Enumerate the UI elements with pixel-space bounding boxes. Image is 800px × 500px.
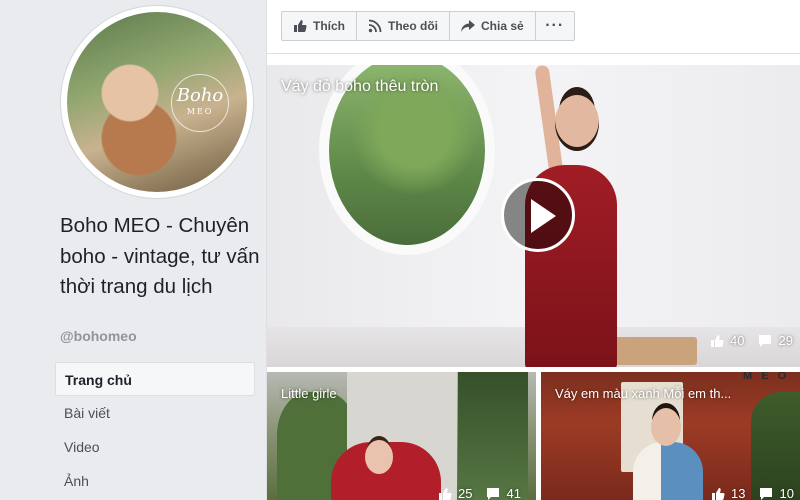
- profile-picture-frame[interactable]: Boho MEO: [61, 6, 253, 198]
- follow-button-label: Theo dõi: [388, 19, 438, 33]
- nav-item-videos[interactable]: Video: [55, 430, 255, 464]
- model-head: [651, 408, 681, 446]
- nav-item-home[interactable]: Trang chủ: [55, 362, 255, 396]
- like-button[interactable]: Thích: [281, 11, 357, 41]
- page-title[interactable]: Boho MEO - Chuyên boho - vintage, tư vấn…: [60, 211, 265, 303]
- video-title[interactable]: Váy em màu xanh Mỗi em th...: [555, 386, 731, 401]
- plant-decor: [751, 392, 800, 500]
- page-handle[interactable]: @bohomeo: [60, 328, 137, 344]
- thumbs-up-icon: [293, 19, 307, 33]
- follow-button[interactable]: Theo dõi: [356, 11, 450, 41]
- video-thumbnail-2[interactable]: M E O Váy em màu xanh Mỗi em th... 13 10: [541, 372, 800, 500]
- video-comment-count: 10: [779, 486, 794, 500]
- tree-decor: [458, 372, 528, 500]
- video-like-count: 13: [731, 486, 746, 500]
- more-icon: ···: [545, 17, 565, 34]
- comment-icon: [758, 334, 772, 348]
- video-like-count: 25: [458, 486, 473, 500]
- video-watermark: M E O: [743, 372, 790, 382]
- table-decor: [607, 337, 697, 365]
- nav-item-photos[interactable]: Ảnh: [55, 464, 255, 498]
- more-button[interactable]: ···: [534, 11, 575, 41]
- thumbs-up-icon: [710, 334, 724, 348]
- page-nav: Trang chủ Bài viết Video Ảnh: [55, 362, 255, 498]
- main-column: Thích Theo dõi Chia sẻ ··· Váy đỏ boho t…: [266, 0, 800, 500]
- brand-logo-line2: MEO: [186, 107, 214, 116]
- action-button-group: Thích Theo dõi Chia sẻ ···: [281, 11, 575, 41]
- model-head: [365, 440, 393, 474]
- model-outfit: [633, 442, 703, 500]
- nav-item-posts[interactable]: Bài viết: [55, 396, 255, 430]
- comment-icon: [759, 487, 773, 500]
- share-button[interactable]: Chia sẻ: [449, 11, 536, 41]
- thumbs-up-icon: [438, 487, 452, 500]
- video-title[interactable]: Little girle: [281, 386, 337, 401]
- video-stats: 13 10: [711, 486, 794, 500]
- featured-video-comment-count: 29: [778, 333, 793, 348]
- brand-logo: Boho MEO: [171, 74, 229, 132]
- share-arrow-icon: [461, 19, 475, 33]
- featured-video-like-count: 40: [730, 333, 745, 348]
- video-comment-count: 41: [506, 486, 521, 500]
- share-button-label: Chia sẻ: [481, 19, 524, 33]
- comment-icon: [486, 487, 500, 500]
- brand-logo-line1: Boho: [176, 85, 224, 106]
- featured-video-stats: 40 29: [710, 333, 793, 348]
- featured-video-title[interactable]: Váy đỏ boho thêu tròn: [281, 78, 438, 96]
- rss-icon: [368, 19, 382, 33]
- like-button-label: Thích: [313, 19, 345, 33]
- page-action-bar: Thích Theo dõi Chia sẻ ···: [267, 0, 800, 54]
- profile-picture[interactable]: Boho MEO: [67, 12, 247, 192]
- featured-video[interactable]: Váy đỏ boho thêu tròn 40 29: [267, 65, 800, 367]
- left-column: Boho MEO Boho MEO - Chuyên boho - vintag…: [0, 0, 266, 500]
- thumbs-up-icon: [711, 487, 725, 500]
- model-head: [555, 95, 599, 151]
- video-stats: 25 41: [438, 486, 521, 500]
- video-thumbnail-1[interactable]: Little girle 25 41: [267, 372, 536, 500]
- play-button-icon[interactable]: [501, 178, 575, 252]
